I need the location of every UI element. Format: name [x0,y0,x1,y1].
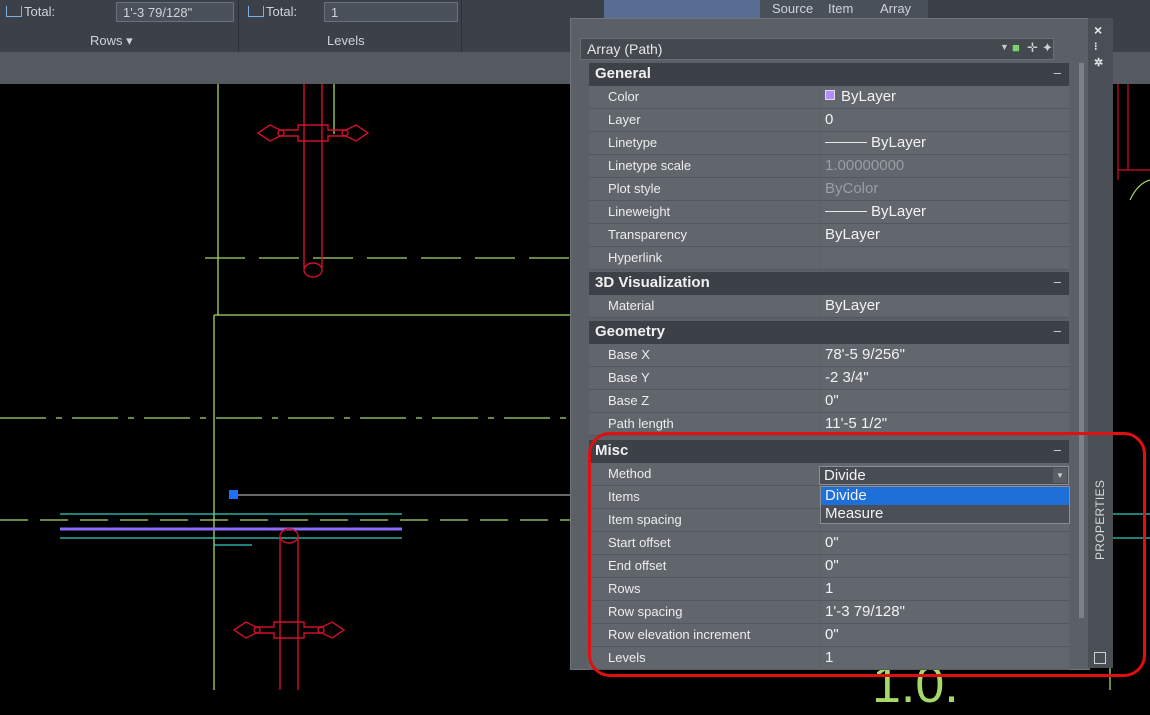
toggle-pickadd-icon[interactable]: ■ [1012,40,1020,55]
prop-value: ByLayer [871,203,927,220]
prop-label: Linetype [608,135,658,150]
ribbon-separator [238,0,239,52]
prop-label: Material [608,298,655,313]
prop-label: Base Z [608,393,650,408]
close-icon[interactable]: × [1094,22,1102,38]
prop-row-transparency[interactable]: Transparency ByLayer [589,224,1069,247]
section-geometry[interactable]: Geometry – [589,321,1069,344]
prop-row-plot-style[interactable]: Plot style ByColor [589,178,1069,201]
prop-label: Layer [608,112,641,127]
linetype-preview [825,142,867,143]
prop-row-base-x[interactable]: Base X 78'-5 9/256" [589,344,1069,367]
red-right-detail [1117,84,1150,180]
prop-label: Base X [608,347,650,362]
autohide-icon[interactable]: ⁝ [1094,40,1098,53]
tab-array[interactable]: Array [880,0,911,20]
collapse-icon[interactable]: – [1054,274,1061,289]
section-title: 3D Visualization [595,274,710,291]
prop-row-base-y[interactable]: Base Y -2 3/4" [589,367,1069,390]
red-pipe-bottom [232,528,346,690]
select-objects-icon[interactable]: ✛ [1027,40,1038,56]
grip-square [229,490,238,499]
green-arc [1129,179,1150,201]
rows-total-label: Total: [24,4,56,19]
prop-value: 0 [825,111,834,128]
object-type-dropdown[interactable]: Array (Path) ▼ [580,38,1054,60]
prop-value: ByColor [825,180,879,197]
prop-label: Linetype scale [608,158,692,173]
quick-select-icon[interactable]: ✦ [1042,40,1053,56]
highlight-annotation [588,432,1146,677]
prop-row-material[interactable]: Material ByLayer [589,295,1069,318]
prop-value: ByLayer [825,226,881,243]
prop-value: ByLayer [825,297,881,314]
levels-total-icon [248,6,264,17]
prop-value: 78'-5 9/256" [825,346,905,363]
prop-value: -2 3/4" [825,369,869,386]
palette-title: Array (Path) [587,41,663,57]
prop-row-base-z[interactable]: Base Z 0" [589,390,1069,413]
levels-total-label: Total: [266,4,298,19]
prop-label: Base Y [608,370,650,385]
prop-row-color[interactable]: Color ByLayer [589,86,1069,109]
rows-total-field[interactable]: 1'-3 79/128" [116,2,234,22]
tab-item[interactable]: Item [828,0,853,20]
collapse-icon[interactable]: – [1054,65,1061,80]
lineweight-preview [825,211,867,212]
prop-row-hyperlink[interactable]: Hyperlink [589,247,1069,270]
section-general[interactable]: General – [589,63,1069,86]
prop-value: 0" [825,392,839,409]
prop-label: Plot style [608,181,661,196]
chevron-down-icon[interactable]: ▼ [1000,42,1009,52]
section-title: Geometry [595,323,666,340]
ribbon-tab-group: Source Item Array [604,0,928,20]
prop-label: Path length [608,416,674,431]
rows-panel-label[interactable]: Rows ▾ [90,33,133,49]
ribbon-separator [461,0,462,52]
levels-panel-label: Levels [327,33,365,48]
prop-label: Hyperlink [608,250,663,265]
rows-total-icon [6,6,22,17]
prop-value: ByLayer [841,88,897,105]
prop-value: ByLayer [871,134,927,151]
section-3d-visualization[interactable]: 3D Visualization – [589,272,1069,295]
color-swatch [825,90,835,100]
prop-value: 1.00000000 [825,157,905,174]
tab-source[interactable]: Source [772,0,813,20]
prop-label: Color [608,89,640,104]
prop-row-linetype[interactable]: Linetype ByLayer [589,132,1069,155]
collapse-icon[interactable]: – [1054,323,1061,338]
red-pipe-top [256,84,370,278]
prop-row-lineweight[interactable]: Lineweight ByLayer [589,201,1069,224]
section-title: General [595,65,651,82]
prop-row-layer[interactable]: Layer 0 [589,109,1069,132]
prop-label: Lineweight [608,204,671,219]
prop-row-linetype-scale[interactable]: Linetype scale 1.00000000 [589,155,1069,178]
prop-label: Transparency [608,227,687,242]
prop-value: 11'-5 1/2" [825,415,888,432]
levels-total-field[interactable]: 1 [324,2,458,22]
ribbon-blue-buttons[interactable] [604,0,760,20]
settings-icon[interactable]: ✲ [1094,56,1103,69]
